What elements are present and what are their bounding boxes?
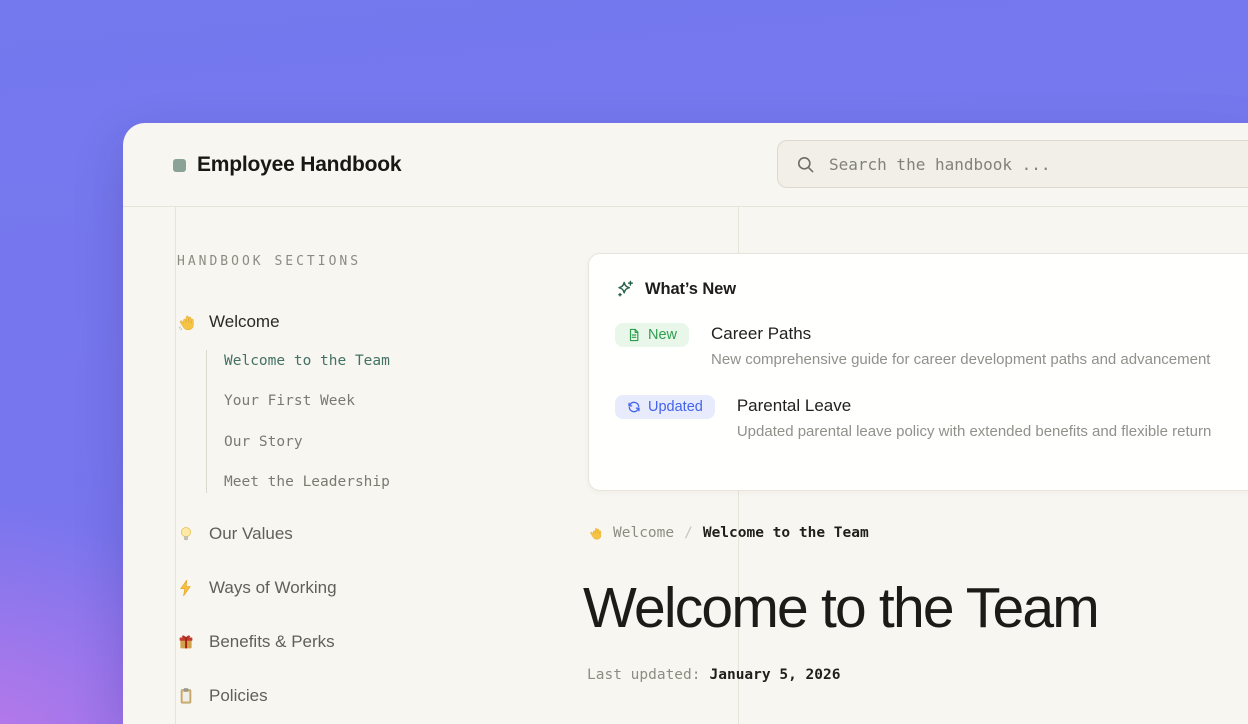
entry-title: Career Paths — [711, 324, 1210, 344]
clipboard-icon — [176, 686, 196, 706]
whats-new-card: What’s New New Career Paths New comprehe… — [588, 253, 1248, 491]
sidebar-item-our-values[interactable]: Our Values — [176, 522, 293, 546]
last-updated: Last updated: January 5, 2026 — [587, 667, 840, 683]
whats-new-entry-parental-leave[interactable]: Updated Parental Leave Updated parental … — [615, 395, 1248, 440]
sidebar-item-policies[interactable]: Policies — [176, 684, 268, 708]
waving-hand-icon — [176, 312, 196, 332]
app-title: Employee Handbook — [197, 153, 401, 177]
app-logo-icon — [173, 159, 186, 172]
sidebar-item-label: Ways of Working — [209, 578, 337, 598]
waving-hand-icon — [588, 526, 603, 541]
sidebar-heading: HANDBOOK SECTIONS — [177, 254, 361, 269]
sidebar-subitem-your-first-week[interactable]: Your First Week — [207, 393, 506, 409]
light-bulb-icon — [176, 524, 196, 544]
badge-label: New — [648, 327, 677, 343]
sidebar-welcome-sublist: Welcome to the Team Your First Week Our … — [206, 350, 506, 493]
sidebar-item-benefits-perks[interactable]: Benefits & Perks — [176, 630, 335, 654]
refresh-icon — [627, 400, 641, 414]
entry-description: Updated parental leave policy with exten… — [737, 423, 1211, 440]
new-badge: New — [615, 323, 689, 347]
last-updated-label: Last updated: — [587, 667, 701, 683]
desktop-background: Employee Handbook Search the handbook ..… — [0, 0, 1248, 724]
sidebar-item-label: Benefits & Perks — [209, 632, 335, 652]
page-title: Welcome to the Team — [583, 575, 1098, 641]
sidebar-item-label: Policies — [209, 686, 268, 706]
search-placeholder: Search the handbook ... — [829, 155, 1051, 174]
sidebar-subitem-welcome-to-the-team[interactable]: Welcome to the Team — [207, 353, 506, 369]
sidebar-item-label: Welcome — [209, 312, 280, 332]
sparkles-icon — [615, 279, 635, 299]
last-updated-date: January 5, 2026 — [710, 667, 841, 683]
sidebar-subitem-meet-the-leadership[interactable]: Meet the Leadership — [207, 474, 506, 490]
gift-box-icon — [176, 632, 196, 652]
breadcrumb-separator: / — [684, 525, 693, 541]
lightning-bolt-icon — [176, 578, 196, 598]
breadcrumb-section[interactable]: Welcome — [613, 525, 674, 541]
document-icon — [627, 328, 641, 342]
sidebar-item-label: Our Values — [209, 524, 293, 544]
sidebar-item-welcome[interactable]: Welcome — [176, 310, 280, 334]
breadcrumb-current-page: Welcome to the Team — [703, 525, 869, 541]
entry-title: Parental Leave — [737, 396, 1211, 416]
search-icon — [796, 155, 815, 174]
breadcrumb: Welcome / Welcome to the Team — [588, 525, 869, 541]
app-header: Employee Handbook Search the handbook ..… — [123, 123, 1248, 207]
sidebar-item-ways-of-working[interactable]: Ways of Working — [176, 576, 337, 600]
updated-badge: Updated — [615, 395, 715, 419]
handbook-app-window: Employee Handbook Search the handbook ..… — [123, 123, 1248, 724]
entry-description: New comprehensive guide for career devel… — [711, 351, 1210, 368]
brand: Employee Handbook — [173, 123, 401, 207]
whats-new-header: What’s New — [615, 279, 1248, 299]
search-input[interactable]: Search the handbook ... — [777, 140, 1248, 188]
whats-new-entry-career-paths[interactable]: New Career Paths New comprehensive guide… — [615, 323, 1248, 368]
sidebar-subitem-our-story[interactable]: Our Story — [207, 434, 506, 450]
badge-label: Updated — [648, 399, 703, 415]
whats-new-title: What’s New — [645, 280, 736, 299]
